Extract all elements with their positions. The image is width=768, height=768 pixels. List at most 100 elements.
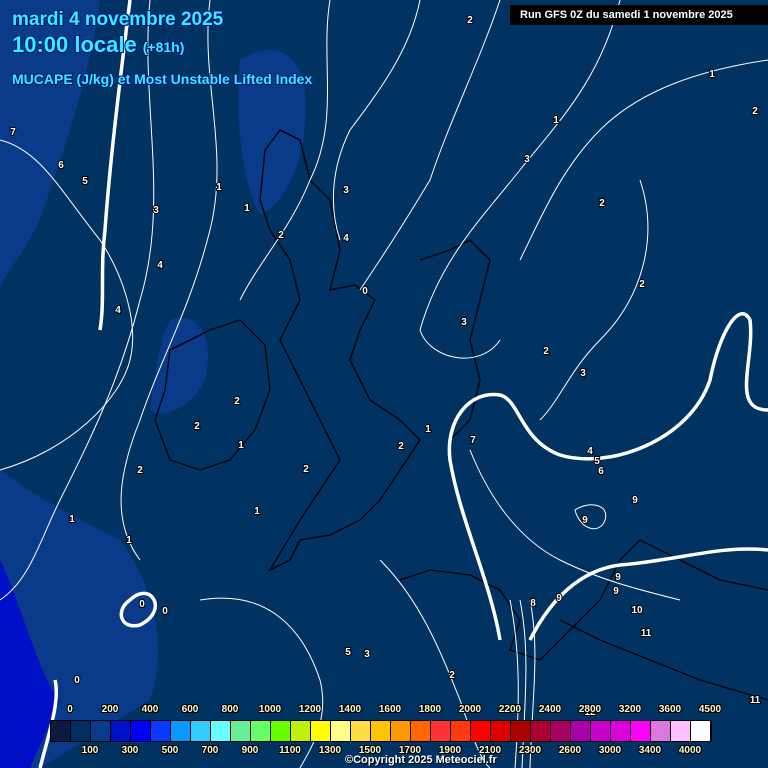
scale-swatch (151, 721, 171, 741)
scale-swatch (231, 721, 251, 741)
contour-label: 11 (750, 695, 761, 706)
parameter-title: MUCAPE (J/kg) et Most Unstable Lifted In… (12, 71, 313, 87)
contour-label: 9 (632, 495, 638, 506)
scale-swatch (171, 721, 191, 741)
contour-label: 1 (425, 424, 431, 435)
scale-label: 2800 (578, 704, 602, 715)
contour-label: 0 (362, 286, 368, 297)
scale-label: 3200 (618, 704, 642, 715)
scale-label: 3600 (658, 704, 682, 715)
scale-label: 2300 (518, 745, 542, 756)
scale-label: 1700 (398, 745, 422, 756)
contour-label: 9 (613, 586, 619, 597)
scale-label: 600 (181, 704, 199, 715)
contour-label: 2 (449, 670, 455, 681)
scale-label: 4500 (698, 704, 722, 715)
scale-swatch (631, 721, 651, 741)
scale-label: 1800 (418, 704, 442, 715)
contour-label: 4 (157, 260, 163, 271)
scale-label: 2200 (498, 704, 522, 715)
scale-swatch (71, 721, 91, 741)
contour-label: 2 (303, 464, 309, 475)
scale-label: 1900 (438, 745, 462, 756)
contour-label: 3 (153, 205, 159, 216)
scale-swatch (271, 721, 291, 741)
scale-label: 500 (161, 745, 179, 756)
scale-label: 1000 (258, 704, 282, 715)
scale-label: 2000 (458, 704, 482, 715)
forecast-time: 10:00 locale (+81h) (12, 32, 184, 58)
contour-label: 3 (524, 154, 530, 165)
contour-label: 2 (599, 198, 605, 209)
coastlines (154, 129, 768, 701)
scale-swatch (391, 721, 411, 741)
contour-label: 5 (345, 647, 351, 658)
scale-label: 2100 (478, 745, 502, 756)
contour-label: 2 (234, 396, 240, 407)
scale-swatch (671, 721, 691, 741)
contour-label: 1 (244, 203, 250, 214)
scale-swatch (451, 721, 471, 741)
scale-swatch (591, 721, 611, 741)
scale-swatch (491, 721, 511, 741)
contour-label: 2 (398, 441, 404, 452)
contour-label: 2 (278, 230, 284, 241)
scale-label: 400 (141, 704, 159, 715)
scale-swatch (371, 721, 391, 741)
contour-label: 9 (556, 593, 562, 604)
scale-label: 700 (201, 745, 219, 756)
scale-label: 200 (101, 704, 119, 715)
contour-label: 1 (238, 440, 244, 451)
contour-label: 4 (343, 233, 349, 244)
contour-label: 3 (461, 317, 467, 328)
contour-label: 2 (137, 465, 143, 476)
scale-swatch (311, 721, 331, 741)
scale-label: 1500 (358, 745, 382, 756)
contour-label: 11 (641, 628, 652, 639)
scale-swatch (211, 721, 231, 741)
scale-swatch (551, 721, 571, 741)
contour-label: 6 (58, 160, 64, 171)
lead-time: (+81h) (142, 39, 185, 55)
contour-label: 9 (582, 515, 588, 526)
contour-label: 2 (752, 106, 758, 117)
map-canvas: 2127653441123401322323222122111174569999… (0, 0, 768, 768)
scale-swatch (191, 721, 211, 741)
scale-swatch (111, 721, 131, 741)
contour-label: 8 (530, 598, 536, 609)
contour-label: 9 (615, 572, 621, 583)
scale-swatch (611, 721, 631, 741)
contour-label: 3 (343, 185, 349, 196)
scale-label: 800 (221, 704, 239, 715)
contour-label: 1 (709, 69, 715, 80)
scale-swatch (351, 721, 371, 741)
scale-label: 300 (121, 745, 139, 756)
contour-label: 5 (82, 176, 88, 187)
scale-swatch (51, 721, 71, 741)
scale-swatch (511, 721, 531, 741)
scale-label: 2600 (558, 745, 582, 756)
contour-label: 0 (162, 606, 168, 617)
contour-label: 7 (470, 435, 476, 446)
scale-swatch (431, 721, 451, 741)
scale-swatch (251, 721, 271, 741)
scale-label: 1300 (318, 745, 342, 756)
scale-swatch (691, 721, 711, 741)
contour-label: 6 (598, 466, 604, 477)
contour-label: 2 (639, 279, 645, 290)
scale-label: 0 (67, 704, 73, 715)
scale-swatch (131, 721, 151, 741)
contour-label: 3 (580, 368, 586, 379)
weather-map: 2127653441123401322323222122111174569999… (0, 0, 768, 768)
scale-swatch (471, 721, 491, 741)
scale-label: 1100 (279, 745, 301, 756)
scale-label: 3000 (598, 745, 622, 756)
scale-swatch (571, 721, 591, 741)
contour-label: 10 (631, 605, 643, 616)
contour-label: 3 (364, 649, 370, 660)
contour-label: 0 (74, 675, 80, 686)
contour-label: 1 (254, 506, 260, 517)
scale-label: 900 (241, 745, 259, 756)
contour-label: 2 (467, 15, 473, 26)
color-scale (50, 720, 712, 742)
